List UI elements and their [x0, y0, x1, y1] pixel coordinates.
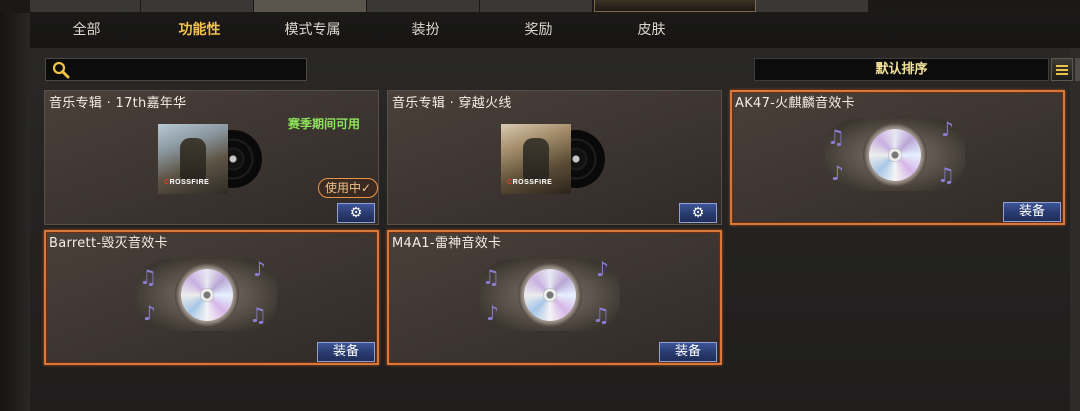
season-available-label: 赛季期间可用: [288, 117, 361, 131]
album-cover-icon: CROSSFIRE: [158, 124, 266, 194]
equip-button[interactable]: 装备: [1003, 202, 1061, 222]
item-card[interactable]: Barrett-毁灭音效卡 ♫ ♪ ♪ ♫ 装备: [44, 230, 379, 365]
scrollbar[interactable]: [1075, 58, 1080, 81]
top-tab-2[interactable]: [141, 0, 254, 12]
settings-button[interactable]: ⚙: [679, 203, 717, 223]
top-tab-4[interactable]: [367, 0, 480, 12]
search-input[interactable]: [76, 60, 305, 81]
category-tabs: 全部 功能性 模式专属 装扮 奖励 皮肤: [30, 13, 1080, 48]
item-card[interactable]: 音乐专辑 · 穿越火线 CROSSFIRE ⚙: [387, 90, 722, 225]
top-banner: [594, 0, 756, 12]
item-title: 音乐专辑 · 穿越火线: [392, 96, 512, 111]
sound-card-icon: ♫ ♪ ♪ ♫: [480, 257, 620, 331]
settings-button[interactable]: ⚙: [337, 203, 375, 223]
item-title: M4A1-雷神音效卡: [392, 236, 502, 251]
top-tab-1[interactable]: [30, 0, 141, 12]
gear-icon: ⚙: [691, 205, 705, 221]
top-tab-5[interactable]: [480, 0, 593, 12]
gear-icon: ⚙: [349, 205, 363, 221]
tab-mode-exclusive[interactable]: 模式专属: [256, 13, 369, 48]
item-title: AK47-火麒麟音效卡: [735, 96, 855, 111]
album-logo: CROSSFIRE: [164, 179, 210, 186]
item-card[interactable]: 音乐专辑 · 17th嘉年华 CROSSFIRE 赛季期间可用 使用中✓ ⚙: [44, 90, 379, 225]
item-card[interactable]: M4A1-雷神音效卡 ♫ ♪ ♪ ♫ 装备: [387, 230, 722, 365]
in-use-badge: 使用中✓: [318, 178, 379, 198]
album-logo: CROSSFIRE: [507, 179, 553, 186]
top-strip: [0, 0, 1080, 13]
equip-button[interactable]: 装备: [317, 342, 375, 362]
tab-rewards[interactable]: 奖励: [482, 13, 595, 48]
sound-card-icon: ♫ ♪ ♪ ♫: [137, 257, 277, 331]
item-title: Barrett-毁灭音效卡: [49, 236, 168, 251]
item-title: 音乐专辑 · 17th嘉年华: [49, 96, 187, 111]
search-box: [45, 58, 307, 81]
search-icon[interactable]: [51, 61, 71, 79]
album-cover-icon: CROSSFIRE: [501, 124, 609, 194]
top-tab-6[interactable]: [756, 0, 869, 12]
top-tab-3[interactable]: [254, 0, 367, 12]
tab-functional[interactable]: 功能性: [143, 13, 256, 48]
tab-skins[interactable]: 皮肤: [595, 13, 708, 48]
equip-button[interactable]: 装备: [659, 342, 717, 362]
tab-all[interactable]: 全部: [30, 13, 143, 48]
sort-menu-icon[interactable]: [1051, 58, 1073, 81]
item-card[interactable]: AK47-火麒麟音效卡 ♫ ♪ ♪ ♫ 装备: [730, 90, 1065, 225]
sound-card-icon: ♫ ♪ ♪ ♫: [825, 117, 965, 191]
tab-dress-up[interactable]: 装扮: [369, 13, 482, 48]
left-edge: [0, 0, 30, 411]
sort-dropdown[interactable]: 默认排序: [754, 58, 1049, 81]
